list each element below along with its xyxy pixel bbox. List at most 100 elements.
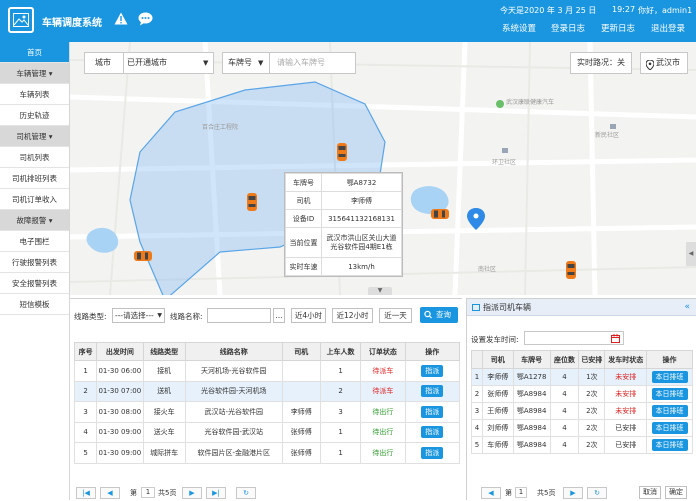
table-row[interactable]: 5 01-30 09:00 城际拼车 软件园片区-金融港片区 张师傅 1 待出行 指派 (73, 442, 461, 464)
plate-input[interactable]: 请输入车牌号 (277, 53, 325, 73)
assign-button[interactable]: 指派 (421, 385, 444, 398)
column-header[interactable]: 已安排 (578, 350, 606, 369)
message-icon[interactable] (138, 12, 153, 28)
assign-button[interactable]: 指派 (421, 364, 444, 377)
car-icon[interactable] (336, 142, 348, 164)
table-row[interactable]: 4 刘师傅 鄂A8984 4 2次 已安排 本日排班 (471, 419, 693, 437)
nav-logout[interactable]: 退出登录 (651, 22, 685, 34)
calendar-icon[interactable] (611, 334, 620, 345)
route-type-select[interactable]: ---请选择--- ▼ (112, 308, 165, 323)
assign-button[interactable]: 指派 (421, 405, 444, 418)
cancel-button[interactable]: 取消 (639, 486, 661, 499)
query-label: 查询 (436, 310, 451, 319)
table-row[interactable]: 2 01-30 07:00 送机 光谷软件园-天河机场 2 待派车 指派 (73, 380, 461, 402)
table-row[interactable]: 1 01-30 06:00 接机 天河机场-光谷软件园 1 待派车 指派 (73, 360, 461, 382)
schedule-today-button[interactable]: 本日排班 (651, 388, 688, 400)
car-icon[interactable] (565, 260, 577, 282)
column-header[interactable]: 线路名称 (184, 342, 283, 361)
sidebar-item[interactable]: 司机列表 (0, 147, 69, 168)
query-button[interactable]: 查询 (420, 307, 458, 323)
sidebar-item[interactable]: 司机管理 ▾ (0, 126, 69, 147)
table-row[interactable]: 3 王师傅 鄂A8984 4 2次 未安排 本日排班 (471, 402, 693, 420)
location-pin[interactable] (467, 208, 485, 230)
cell-plate: 鄂A1278 (512, 368, 551, 386)
page-input[interactable]: 1 (515, 487, 527, 498)
column-header[interactable]: 操作 (646, 350, 693, 369)
nav-system-settings[interactable]: 系统设置 (502, 22, 536, 34)
table-row[interactable]: 3 01-30 08:00 接火车 武汉站-光谷软件园 李师傅 3 待出行 指派 (73, 401, 461, 423)
dispatch-header: 指派司机车辆 « (467, 299, 696, 316)
column-header[interactable]: 序号 (73, 342, 98, 361)
last-page-icon[interactable]: ▶| (206, 487, 226, 499)
schedule-today-button[interactable]: 本日排班 (651, 422, 688, 434)
column-header[interactable]: 出发时间 (96, 342, 144, 361)
traffic-toggle[interactable]: 实时路况：关 (570, 52, 632, 74)
nav-update-log[interactable]: 更新日志 (601, 22, 635, 34)
sidebar-item[interactable]: 历史轨迹 (0, 105, 69, 126)
car-icon[interactable] (430, 208, 450, 222)
cell-arranged: 2次 (578, 385, 606, 403)
sidebar-item[interactable]: 车辆管理 ▾ (0, 63, 69, 84)
plate-search[interactable]: 车牌号 ▼ 请输入车牌号 (222, 52, 356, 74)
column-header[interactable]: 发车时状态 (604, 350, 647, 369)
prev-page-icon[interactable]: ◀ (100, 487, 120, 499)
refresh-icon[interactable]: ↻ (587, 487, 607, 499)
action-cell: 本日排班 (646, 419, 693, 437)
departure-time-input[interactable] (524, 331, 624, 345)
map-view[interactable]: 百合庄工程院 武汉康联健康汽车 新民社区 环卫社区 南社区 城市 已开通城市 ▼… (70, 42, 696, 295)
order-table: 序号 出发时间 线路类型 线路名称 司机 上车人数 订单状态 操作 1 01-30 06:00 接… (73, 342, 461, 464)
expand-panel-icon[interactable]: ◀ (686, 242, 696, 266)
cell-seats: 4 (549, 436, 580, 454)
schedule-today-button[interactable]: 本日排班 (651, 371, 688, 383)
refresh-icon[interactable]: ↻ (236, 487, 256, 499)
schedule-today-button[interactable]: 本日排班 (651, 405, 688, 417)
column-header[interactable] (471, 350, 483, 369)
prev-page-icon[interactable]: ◀ (481, 487, 501, 499)
sidebar-item[interactable]: 电子围栏 (0, 231, 69, 252)
car-icon[interactable] (133, 250, 153, 264)
column-header[interactable]: 上车人数 (319, 342, 362, 361)
cell-time: 01-30 09:00 (96, 442, 144, 464)
column-header[interactable]: 座位数 (549, 350, 580, 369)
last-4h-button[interactable]: 近4小时 (291, 308, 326, 323)
collapse-panel-icon[interactable]: « (684, 299, 690, 316)
sidebar-item[interactable]: 首页 (0, 42, 69, 63)
table-row[interactable]: 4 01-30 09:00 送火车 光谷软件园-武汉站 张师傅 1 待出行 指派 (73, 421, 461, 443)
city-selector[interactable]: 城市 已开通城市 ▼ (84, 52, 214, 74)
next-page-icon[interactable]: ▶ (182, 487, 202, 499)
column-header[interactable]: 司机 (281, 342, 321, 361)
column-header[interactable]: 车牌号 (512, 350, 551, 369)
last-12h-button[interactable]: 近12小时 (332, 308, 373, 323)
table-row[interactable]: 5 车师傅 鄂A8984 4 2次 已安排 本日排班 (471, 436, 693, 454)
table-row[interactable]: 2 张师傅 鄂A8984 4 2次 未安排 本日排班 (471, 385, 693, 403)
page-input[interactable]: 1 (141, 487, 155, 498)
location-button[interactable]: 武汉市 (640, 52, 688, 74)
warning-icon[interactable] (114, 12, 128, 27)
sidebar-item[interactable]: 故障报警 ▾ (0, 210, 69, 231)
column-header[interactable]: 线路类型 (142, 342, 186, 361)
table-row[interactable]: 1 李师傅 鄂A1278 4 1次 未安排 本日排班 (471, 368, 693, 386)
cell-no: 3 (73, 401, 98, 423)
sidebar-item[interactable]: 司机排班列表 (0, 168, 69, 189)
next-page-icon[interactable]: ▶ (563, 487, 583, 499)
column-header[interactable]: 操作 (404, 342, 461, 361)
sidebar-item[interactable]: 行驶报警列表 (0, 252, 69, 273)
sidebar-item[interactable]: 短信模板 (0, 294, 69, 315)
confirm-button[interactable]: 确定 (665, 486, 687, 499)
column-header[interactable]: 司机 (481, 350, 514, 369)
first-page-icon[interactable]: |◀ (76, 487, 96, 499)
collapse-map-icon[interactable]: ▼ (368, 287, 392, 295)
sidebar-item[interactable]: 司机订单收入 (0, 189, 69, 210)
assign-button[interactable]: 指派 (421, 426, 444, 439)
schedule-today-button[interactable]: 本日排班 (651, 439, 688, 451)
sidebar-item[interactable]: 安全报警列表 (0, 273, 69, 294)
sidebar-item[interactable]: 车辆列表 (0, 84, 69, 105)
car-icon[interactable] (246, 192, 258, 214)
assign-button[interactable]: 指派 (421, 446, 444, 459)
column-header[interactable]: 订单状态 (360, 342, 406, 361)
cell-count: 2 (319, 380, 362, 402)
last-day-button[interactable]: 近一天 (379, 308, 412, 323)
more-icon[interactable]: … (273, 308, 285, 323)
nav-login-log[interactable]: 登录日志 (551, 22, 585, 34)
route-name-input[interactable] (207, 308, 271, 323)
